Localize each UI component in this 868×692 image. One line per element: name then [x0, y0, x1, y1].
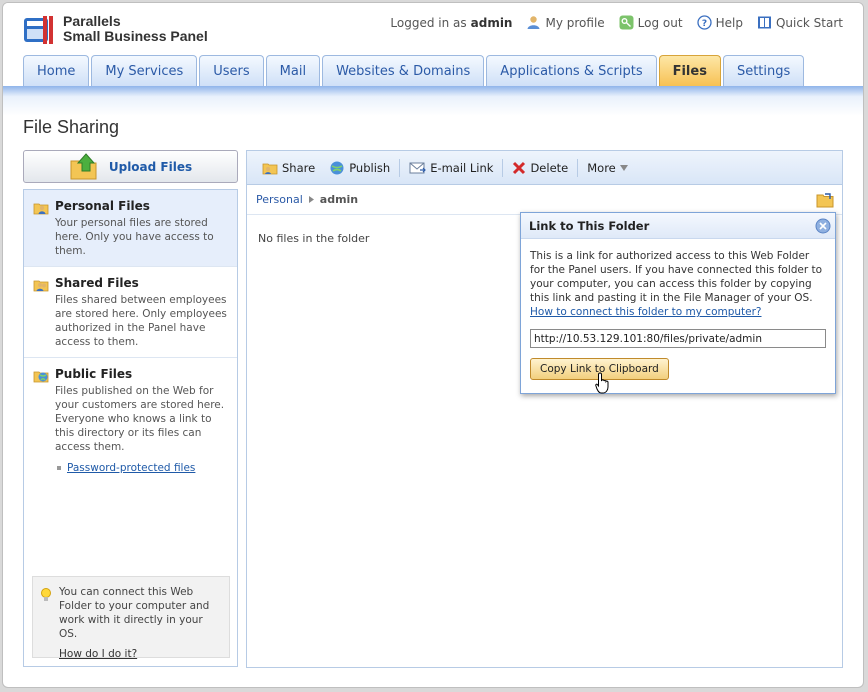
sidebar-item-description: Files shared between employees are store…: [55, 294, 227, 348]
password-protected-files-item: Password-protected files: [55, 462, 229, 474]
close-icon[interactable]: [815, 218, 831, 234]
breadcrumb-current: admin: [319, 193, 359, 206]
tab-band: [3, 86, 863, 116]
share-button[interactable]: Share: [255, 158, 322, 178]
tab-websites-domains[interactable]: Websites & Domains: [322, 55, 485, 86]
upload-files-label: Upload Files: [108, 159, 193, 174]
help-icon: ?: [696, 15, 712, 30]
sidebar-item-title: Shared Files: [55, 276, 139, 290]
tab-settings[interactable]: Settings: [722, 55, 805, 86]
upload-folder-icon: [70, 152, 97, 179]
sidebar-item-personal-files[interactable]: Personal Files Your personal files are s…: [24, 190, 237, 267]
book-icon: [757, 16, 771, 29]
how-do-i-do-it-link[interactable]: How do I do it?: [59, 647, 137, 661]
email-link-label: E-mail Link: [430, 160, 494, 175]
sidebar-item-public-files[interactable]: Public Files Files published on the Web …: [24, 358, 237, 482]
upload-files-button[interactable]: Upload Files: [23, 150, 238, 183]
lightbulb-icon: [41, 588, 51, 601]
globe-icon: [330, 161, 344, 174]
logo-line-2: Small Business Panel: [63, 28, 208, 44]
sidebar-item-description: Your personal files are stored here. Onl…: [55, 217, 214, 257]
bullet-icon: [57, 466, 61, 470]
tab-applications-scripts[interactable]: Applications & Scripts: [486, 55, 657, 86]
popup-description: This is a link for authorized access to …: [530, 250, 823, 304]
toolbar-divider: [399, 158, 401, 177]
tab-mail[interactable]: Mail: [265, 55, 321, 86]
delete-button[interactable]: Delete: [505, 158, 575, 178]
user-icon: [527, 16, 540, 29]
sidebar-item-shared-files[interactable]: Shared Files Files shared between employ…: [24, 267, 237, 358]
email-icon: [409, 162, 427, 173]
logged-in-status: Logged in as admin: [390, 16, 512, 30]
more-menu-button[interactable]: More: [580, 158, 635, 178]
popup-title: Link to This Folder: [521, 213, 835, 239]
key-icon: [619, 15, 634, 30]
sidebar-item-description: Files published on the Web for your cust…: [55, 385, 225, 453]
parallels-logo-icon: [24, 16, 53, 44]
sidebar-item-title: Public Files: [55, 367, 133, 381]
toolbar-divider: [577, 158, 579, 177]
window: Parallels Small Business Panel Logged in…: [2, 2, 864, 688]
breadcrumb-personal[interactable]: Personal: [256, 193, 303, 206]
hand-cursor-icon: [595, 372, 609, 394]
breadcrumb: Personal admin: [247, 185, 842, 215]
tab-my-services[interactable]: My Services: [91, 55, 198, 86]
tab-home[interactable]: Home: [23, 55, 90, 86]
header: Parallels Small Business Panel Logged in…: [3, 3, 863, 88]
tab-files[interactable]: Files: [658, 55, 721, 86]
share-label: Share: [282, 160, 316, 175]
logo-line-1: Parallels: [63, 13, 121, 29]
password-protected-files-link[interactable]: Password-protected files: [67, 462, 195, 474]
link-to-folder-popup: Link to This Folder This is a link for a…: [520, 212, 836, 394]
my-profile-link[interactable]: My profile: [526, 15, 605, 30]
main-tabs: Home My Services Users Mail Websites & D…: [23, 55, 805, 86]
delete-label: Delete: [530, 160, 569, 175]
svg-text:?: ?: [701, 19, 706, 29]
sidebar-item-title: Personal Files: [55, 199, 150, 213]
shared-folder-icon: [33, 280, 49, 292]
logged-in-label: Logged in as: [390, 15, 467, 30]
folder-url-field[interactable]: [530, 329, 826, 348]
top-links: Logged in as admin My profile Log out ? …: [390, 15, 843, 30]
my-profile-label: My profile: [545, 15, 605, 30]
quick-start-link[interactable]: Quick Start: [757, 15, 843, 30]
tip-text: You can connect this Web Folder to your …: [59, 586, 210, 640]
publish-label: Publish: [349, 160, 391, 175]
publish-button[interactable]: Publish: [322, 158, 397, 178]
page-title: File Sharing: [23, 117, 120, 137]
product-name: Parallels Small Business Panel: [63, 14, 208, 44]
folder-link-icon[interactable]: [816, 192, 834, 208]
connect-folder-help-link[interactable]: How to connect this folder to my compute…: [530, 306, 762, 318]
personal-folder-icon: [33, 203, 49, 215]
toolbar: Share Publish E-mail Link Delete More: [247, 151, 842, 185]
help-link[interactable]: ? Help: [696, 15, 743, 30]
empty-folder-message: No files in the folder: [258, 232, 370, 245]
email-link-button[interactable]: E-mail Link: [402, 158, 500, 178]
web-folder-tip: You can connect this Web Folder to your …: [32, 576, 230, 661]
chevron-down-icon: [619, 164, 628, 171]
popup-body: This is a link for authorized access to …: [521, 239, 835, 390]
share-folder-icon: [262, 163, 278, 174]
globe-folder-icon: [33, 371, 49, 383]
log-out-label: Log out: [637, 15, 683, 30]
tab-users[interactable]: Users: [199, 55, 264, 86]
toolbar-divider: [502, 158, 504, 177]
more-label: More: [587, 160, 616, 175]
log-out-link[interactable]: Log out: [619, 15, 683, 30]
delete-x-icon: [513, 161, 526, 174]
quick-start-label: Quick Start: [775, 15, 843, 30]
sidebar: Personal Files Your personal files are s…: [23, 189, 238, 667]
breadcrumb-separator-icon: [308, 196, 314, 203]
logged-in-username: admin: [470, 15, 513, 30]
help-label: Help: [715, 15, 743, 30]
